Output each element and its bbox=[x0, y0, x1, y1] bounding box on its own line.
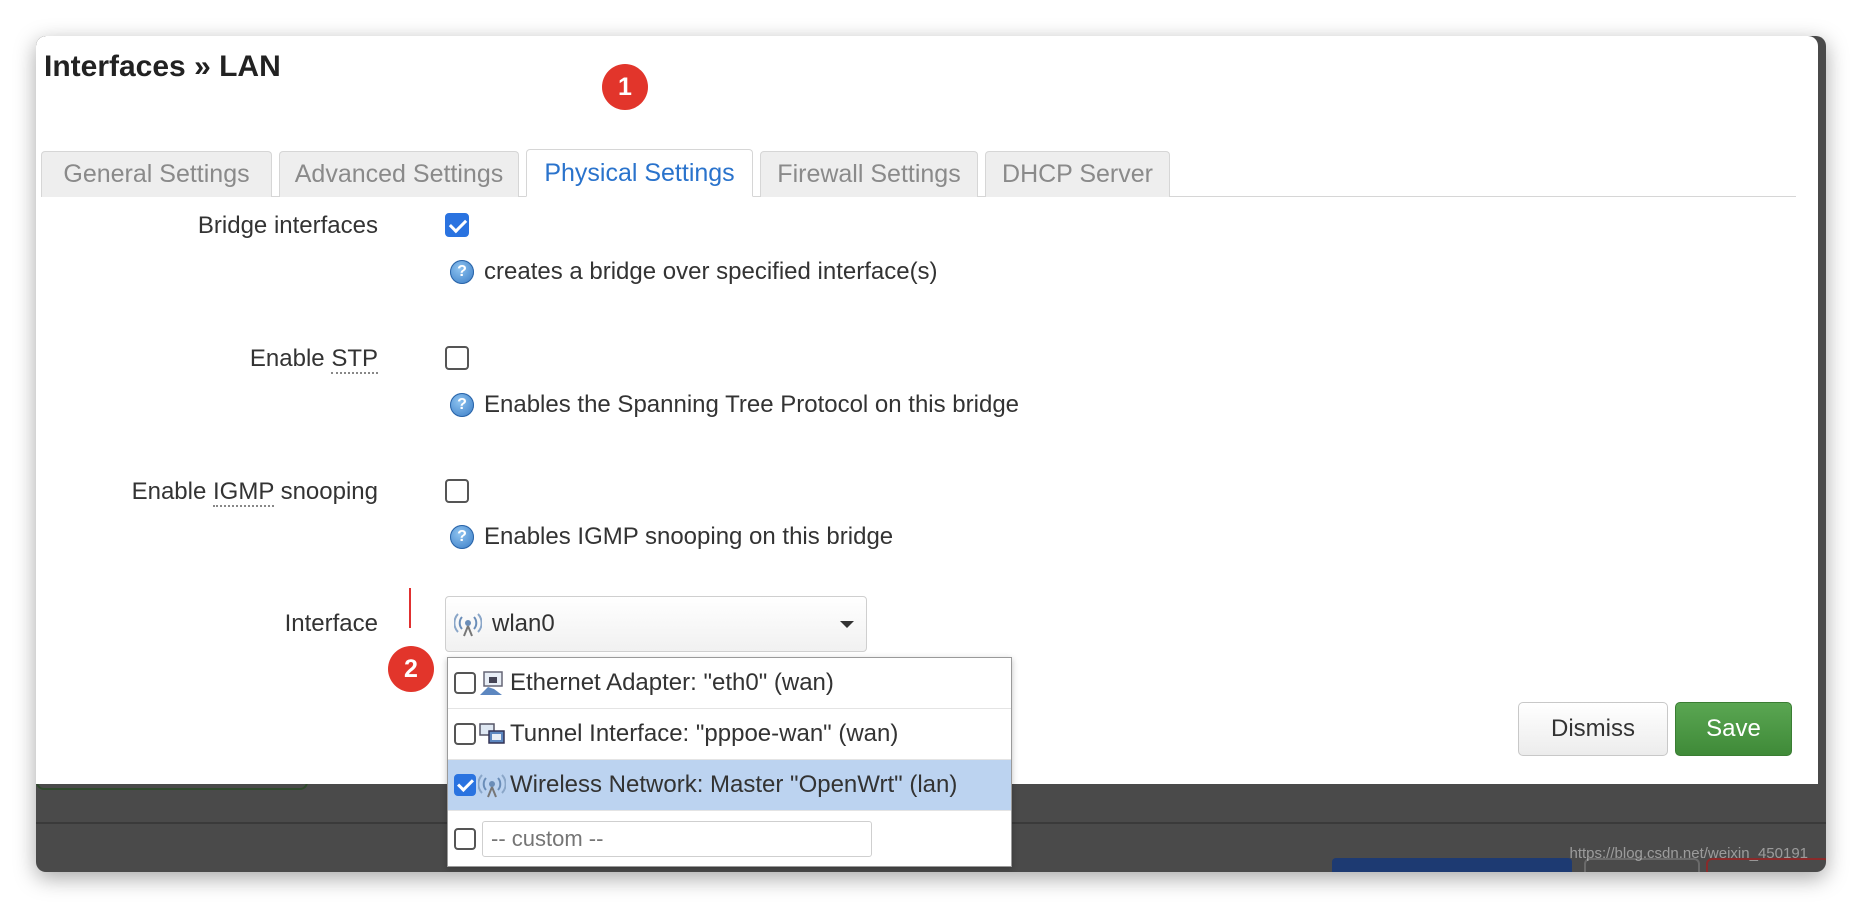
required-indicator bbox=[409, 588, 411, 628]
wireless-icon bbox=[478, 774, 506, 798]
step-badge-1: 1 bbox=[602, 64, 648, 110]
option-checkbox[interactable] bbox=[454, 723, 476, 745]
enable-stp-checkbox[interactable] bbox=[445, 346, 469, 370]
stp-help: ? Enables the Spanning Tree Protocol on … bbox=[450, 391, 1019, 419]
tab-physical-settings[interactable]: Physical Settings bbox=[526, 149, 753, 197]
enable-igmp-label: Enable IGMP snooping bbox=[131, 478, 378, 507]
option-checkbox[interactable] bbox=[454, 672, 476, 694]
tunnel-icon bbox=[479, 723, 505, 744]
igmp-help: ? Enables IGMP snooping on this bridge bbox=[450, 523, 893, 551]
bridge-help: ? creates a bridge over specified interf… bbox=[450, 258, 938, 286]
tab-dhcp-server[interactable]: DHCP Server bbox=[985, 151, 1170, 197]
option-checkbox[interactable] bbox=[454, 827, 476, 850]
interface-select-value: wlan0 bbox=[492, 610, 555, 637]
dropdown-option-label: Wireless Network: Master "OpenWrt" (lan) bbox=[510, 771, 958, 798]
tab-bar: General Settings Advanced Settings Physi… bbox=[41, 110, 1796, 197]
background-blue-button bbox=[1332, 858, 1572, 872]
help-icon: ? bbox=[450, 393, 474, 417]
dropdown-option-label: Ethernet Adapter: "eth0" (wan) bbox=[510, 669, 834, 696]
help-icon: ? bbox=[450, 260, 474, 284]
dropdown-option-pppoe-wan[interactable]: Tunnel Interface: "pppoe-wan" (wan) bbox=[448, 709, 1011, 760]
stp-abbr: STP bbox=[331, 345, 378, 374]
chevron-down-icon bbox=[840, 621, 854, 628]
enable-igmp-label-prefix: Enable bbox=[131, 478, 213, 505]
ethernet-icon bbox=[480, 671, 503, 695]
interface-label: Interface bbox=[284, 610, 378, 637]
enable-igmp-label-suffix: snooping bbox=[273, 478, 378, 505]
tab-general-settings[interactable]: General Settings bbox=[41, 151, 272, 197]
enable-stp-label: Enable STP bbox=[249, 345, 378, 374]
app-window: https://blog.csdn.net/weixin_450191 Inte… bbox=[36, 36, 1826, 872]
custom-interface-input[interactable] bbox=[482, 820, 872, 857]
igmp-abbr: IGMP bbox=[213, 478, 274, 507]
bridge-help-text: creates a bridge over specified interfac… bbox=[484, 258, 938, 285]
tab-advanced-settings[interactable]: Advanced Settings bbox=[279, 151, 519, 197]
enable-stp-label-prefix: Enable bbox=[249, 345, 332, 372]
option-checkbox[interactable] bbox=[454, 774, 476, 796]
igmp-help-text: Enables IGMP snooping on this bridge bbox=[484, 523, 894, 550]
bridge-interfaces-checkbox[interactable] bbox=[445, 213, 469, 237]
save-button[interactable]: Save bbox=[1675, 702, 1792, 756]
interface-dropdown: Ethernet Adapter: "eth0" (wan) Tunnel In… bbox=[447, 657, 1012, 867]
page-title: Interfaces » LAN bbox=[44, 50, 281, 83]
dismiss-button[interactable]: Dismiss bbox=[1518, 702, 1668, 756]
wireless-icon bbox=[454, 613, 482, 637]
dropdown-option-label: Tunnel Interface: "pppoe-wan" (wan) bbox=[510, 720, 899, 747]
bridge-interfaces-label: Bridge interfaces bbox=[197, 212, 378, 239]
dropdown-option-custom[interactable] bbox=[448, 811, 1011, 866]
dropdown-option-eth0[interactable]: Ethernet Adapter: "eth0" (wan) bbox=[448, 658, 1011, 709]
stp-help-text: Enables the Spanning Tree Protocol on th… bbox=[484, 391, 1020, 418]
help-icon: ? bbox=[450, 525, 474, 549]
interface-select[interactable]: wlan0 bbox=[445, 596, 867, 652]
tab-firewall-settings[interactable]: Firewall Settings bbox=[760, 151, 978, 197]
watermark: https://blog.csdn.net/weixin_450191 bbox=[1569, 845, 1809, 862]
dropdown-option-openwrt[interactable]: Wireless Network: Master "OpenWrt" (lan) bbox=[448, 760, 1011, 811]
enable-igmp-checkbox[interactable] bbox=[445, 479, 469, 503]
step-badge-2: 2 bbox=[388, 646, 434, 692]
